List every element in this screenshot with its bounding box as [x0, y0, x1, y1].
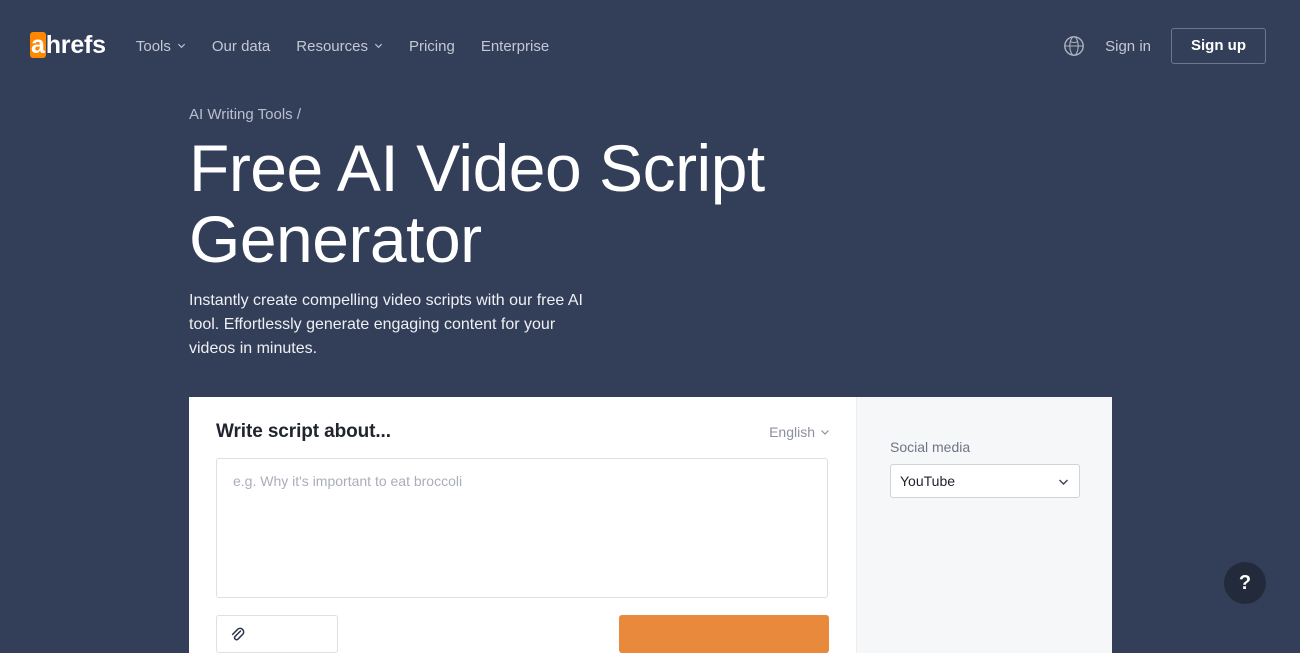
nav-item-tools[interactable]: Tools — [136, 38, 186, 55]
nav-item-pricing-label: Pricing — [408, 37, 455, 55]
form-title: Write script about... — [216, 421, 391, 442]
breadcrumb[interactable]: AI Writing Tools / — [189, 106, 1300, 123]
chevron-down-icon — [820, 427, 829, 436]
script-topic-input[interactable] — [216, 458, 828, 598]
sign-up-button[interactable]: Sign up — [1171, 28, 1266, 64]
top-navigation-bar: a hrefs Tools Our data Resources Pricing … — [0, 0, 1300, 92]
globe-icon[interactable] — [1063, 35, 1085, 57]
card-side-panel: Social media YouTube — [856, 397, 1112, 653]
social-media-select[interactable]: YouTube — [890, 464, 1080, 498]
help-button[interactable]: ? — [1224, 562, 1266, 604]
card-main-panel: Write script about... English — [189, 397, 856, 653]
generate-button[interactable] — [619, 615, 829, 653]
paperclip-icon — [229, 626, 246, 643]
page-subtitle: Instantly create compelling video script… — [189, 292, 583, 357]
logo-accent-letter: a — [30, 30, 46, 59]
nav-right-group: Sign in Sign up — [1063, 28, 1266, 64]
chevron-down-icon — [374, 41, 383, 50]
attach-button[interactable] — [216, 615, 338, 653]
card-actions-row — [216, 615, 829, 653]
ahrefs-logo[interactable]: a hrefs — [30, 31, 106, 60]
sign-in-link[interactable]: Sign in — [1105, 38, 1151, 55]
nav-item-our-data[interactable]: Our data — [212, 38, 270, 55]
nav-item-resources-label: Resources — [296, 37, 368, 55]
nav-item-resources[interactable]: Resources — [296, 38, 383, 55]
chevron-down-icon — [177, 41, 186, 50]
logo-text: hrefs — [45, 30, 106, 59]
language-dropdown-label: English — [769, 424, 815, 440]
hero-section: AI Writing Tools / Free AI Video Script … — [0, 92, 1300, 361]
nav-item-enterprise[interactable]: Enterprise — [481, 38, 549, 55]
page-title: Free AI Video Script Generator — [189, 131, 765, 276]
nav-item-tools-label: Tools — [135, 37, 171, 55]
card-header: Write script about... English — [216, 421, 829, 443]
nav-item-our-data-label: Our data — [211, 37, 271, 55]
nav-item-pricing[interactable]: Pricing — [409, 38, 455, 55]
nav-item-enterprise-label: Enterprise — [480, 37, 550, 55]
social-media-select-wrap: YouTube — [890, 464, 1080, 498]
script-generator-card: Write script about... English So — [189, 397, 1112, 653]
language-dropdown[interactable]: English — [769, 424, 829, 440]
primary-nav-links: Tools Our data Resources Pricing Enterpr… — [136, 38, 549, 55]
social-media-label: Social media — [890, 439, 971, 455]
